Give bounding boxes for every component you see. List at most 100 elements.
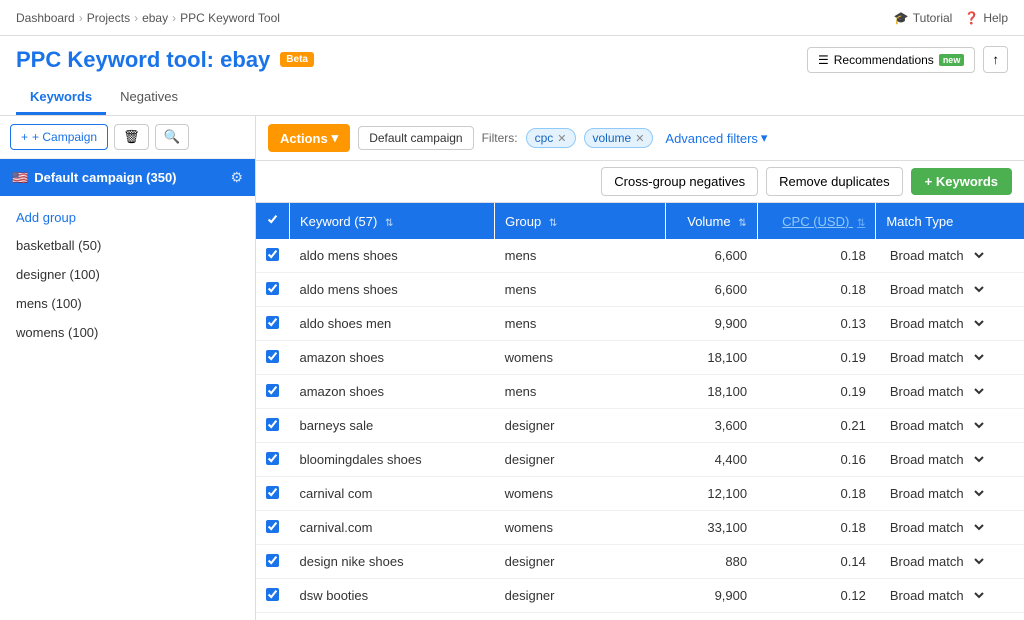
cpc-column-header[interactable]: CPC (USD) ⇅: [757, 203, 876, 239]
keyword-cell: dsw booties: [290, 613, 495, 620]
beta-badge: Beta: [280, 52, 314, 67]
match-type-select[interactable]: Broad match Phrase match Exact match: [886, 281, 987, 298]
breadcrumb-ebay[interactable]: ebay: [142, 11, 168, 25]
select-all-header[interactable]: [256, 203, 290, 239]
cpc-cell: 0.21: [757, 409, 876, 443]
match-type-cell[interactable]: Broad match Phrase match Exact match: [876, 375, 1024, 409]
match-type-select[interactable]: Broad match Phrase match Exact match: [886, 451, 987, 468]
select-all-checkbox[interactable]: [266, 213, 279, 226]
cpc-cell: 0.18: [757, 273, 876, 307]
match-type-cell[interactable]: Broad match Phrase match Exact match: [876, 477, 1024, 511]
match-type-select[interactable]: Broad match Phrase match Exact match: [886, 417, 987, 434]
add-campaign-button[interactable]: + + Campaign: [10, 124, 108, 150]
row-checkbox-cell[interactable]: [256, 545, 290, 579]
volume-cell: 880: [666, 545, 758, 579]
table-row: aldo mens shoes mens 6,600 0.18 Broad ma…: [256, 239, 1024, 273]
export-button[interactable]: ↑: [983, 46, 1008, 73]
row-checkbox[interactable]: [266, 316, 279, 329]
match-type-select[interactable]: Broad match Phrase match Exact match: [886, 553, 987, 570]
row-checkbox[interactable]: [266, 554, 279, 567]
table-row: amazon shoes mens 18,100 0.19 Broad matc…: [256, 375, 1024, 409]
group-cell: designer: [495, 579, 666, 613]
row-checkbox[interactable]: [266, 418, 279, 431]
match-type-cell[interactable]: Broad match Phrase match Exact match: [876, 307, 1024, 341]
match-type-cell[interactable]: Broad match Phrase match Exact match: [876, 341, 1024, 375]
match-type-cell[interactable]: Broad match Phrase match Exact match: [876, 409, 1024, 443]
add-group-link[interactable]: Add group: [0, 204, 255, 231]
add-keywords-button[interactable]: + Keywords: [911, 168, 1012, 195]
row-checkbox-cell[interactable]: [256, 613, 290, 620]
row-checkbox[interactable]: [266, 282, 279, 295]
row-checkbox-cell[interactable]: [256, 273, 290, 307]
keyword-cell: aldo mens shoes: [290, 239, 495, 273]
row-checkbox-cell[interactable]: [256, 477, 290, 511]
match-type-select[interactable]: Broad match Phrase match Exact match: [886, 383, 987, 400]
row-checkbox[interactable]: [266, 350, 279, 363]
breadcrumb-dashboard[interactable]: Dashboard: [16, 11, 75, 25]
row-checkbox[interactable]: [266, 520, 279, 533]
volume-column-header[interactable]: Volume ⇅: [666, 203, 758, 239]
match-type-cell[interactable]: Broad match Phrase match Exact match: [876, 239, 1024, 273]
group-cell: designer: [495, 545, 666, 579]
row-checkbox-cell[interactable]: [256, 511, 290, 545]
match-type-select[interactable]: Broad match Phrase match Exact match: [886, 519, 987, 536]
keyword-cell: carnival.com: [290, 511, 495, 545]
chevron-down-icon: ▾: [761, 130, 768, 146]
match-type-select[interactable]: Broad match Phrase match Exact match: [886, 485, 987, 502]
sidebar-item-basketball[interactable]: basketball (50): [0, 231, 255, 260]
row-checkbox[interactable]: [266, 248, 279, 261]
help-link[interactable]: ❓ Help: [964, 11, 1008, 25]
help-icon: ❓: [964, 11, 979, 25]
group-cell: womens: [495, 341, 666, 375]
tab-keywords[interactable]: Keywords: [16, 81, 106, 115]
search-button[interactable]: 🔍: [155, 124, 190, 150]
tab-negatives[interactable]: Negatives: [106, 81, 192, 115]
keyword-cell: barneys sale: [290, 409, 495, 443]
match-type-select[interactable]: Broad match Phrase match Exact match: [886, 587, 987, 604]
advanced-filters-button[interactable]: Advanced filters ▾: [665, 130, 767, 146]
group-column-header[interactable]: Group ⇅: [495, 203, 666, 239]
row-checkbox[interactable]: [266, 588, 279, 601]
row-checkbox-cell[interactable]: [256, 375, 290, 409]
row-checkbox[interactable]: [266, 384, 279, 397]
trash-icon: 🗑: [123, 129, 140, 144]
filter-tag-volume[interactable]: volume ✕: [584, 128, 654, 148]
gear-icon[interactable]: ⚙: [230, 169, 243, 186]
recommendations-button[interactable]: ☰ Recommendations new: [807, 47, 975, 73]
match-type-select[interactable]: Broad match Phrase match Exact match: [886, 349, 987, 366]
sidebar-item-womens[interactable]: womens (100): [0, 318, 255, 347]
row-checkbox-cell[interactable]: [256, 341, 290, 375]
row-checkbox[interactable]: [266, 486, 279, 499]
match-type-cell[interactable]: Broad match Phrase match Exact match: [876, 273, 1024, 307]
match-type-select[interactable]: Broad match Phrase match Exact match: [886, 315, 987, 332]
match-type-select[interactable]: Broad match Phrase match Exact match: [886, 247, 987, 264]
row-checkbox-cell[interactable]: [256, 307, 290, 341]
remove-volume-filter[interactable]: ✕: [635, 132, 644, 145]
actions-button[interactable]: Actions ▾: [268, 124, 350, 152]
filter-tag-cpc[interactable]: cpc ✕: [526, 128, 576, 148]
sidebar-item-designer[interactable]: designer (100): [0, 260, 255, 289]
match-type-cell[interactable]: Broad match Phrase match Exact match: [876, 613, 1024, 620]
export-icon: ↑: [992, 52, 999, 67]
row-checkbox-cell[interactable]: [256, 409, 290, 443]
plus-icon: +: [21, 130, 28, 144]
cross-group-negatives-button[interactable]: Cross-group negatives: [601, 167, 758, 196]
row-checkbox-cell[interactable]: [256, 443, 290, 477]
row-checkbox[interactable]: [266, 452, 279, 465]
keyword-column-header[interactable]: Keyword (57) ⇅: [290, 203, 495, 239]
delete-button[interactable]: 🗑: [114, 124, 149, 150]
match-type-cell[interactable]: Broad match Phrase match Exact match: [876, 511, 1024, 545]
sort-icon: ⇅: [738, 218, 746, 229]
remove-duplicates-button[interactable]: Remove duplicates: [766, 167, 903, 196]
remove-cpc-filter[interactable]: ✕: [557, 132, 566, 145]
row-checkbox-cell[interactable]: [256, 239, 290, 273]
match-type-cell[interactable]: Broad match Phrase match Exact match: [876, 545, 1024, 579]
match-type-cell[interactable]: Broad match Phrase match Exact match: [876, 579, 1024, 613]
row-checkbox-cell[interactable]: [256, 579, 290, 613]
sidebar-item-mens[interactable]: mens (100): [0, 289, 255, 318]
breadcrumb-projects[interactable]: Projects: [87, 11, 130, 25]
sidebar-campaign[interactable]: 🇺🇸 Default campaign (350) ⚙: [0, 159, 255, 196]
match-type-cell[interactable]: Broad match Phrase match Exact match: [876, 443, 1024, 477]
table-row: amazon shoes womens 18,100 0.19 Broad ma…: [256, 341, 1024, 375]
tutorial-link[interactable]: 🎓 Tutorial: [894, 11, 953, 25]
